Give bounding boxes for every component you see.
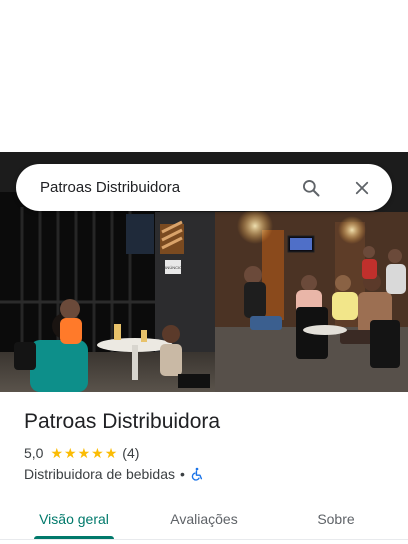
place-title: Patroas Distribuidora	[24, 410, 221, 433]
star-icon: ★	[91, 445, 104, 461]
place-info-panel: Patroas Distribuidora 5,0 ★ ★ ★ ★ ★ (4) …	[0, 392, 408, 544]
tabs-divider	[0, 539, 408, 540]
star-icon: ★	[50, 445, 64, 461]
search-bar[interactable]: Patroas Distribuidora	[16, 164, 392, 211]
category-row: Distribuidora de bebidas •	[24, 466, 204, 482]
rating-stars: ★ ★ ★ ★ ★	[50, 446, 118, 460]
search-icon[interactable]	[299, 176, 323, 200]
tab-reviews[interactable]: Avaliações	[152, 496, 256, 542]
star-icon: ★	[64, 445, 77, 461]
star-icon: ★	[104, 445, 118, 461]
rating-row[interactable]: 5,0 ★ ★ ★ ★ ★ (4)	[24, 445, 139, 461]
rating-value: 5,0	[24, 445, 44, 461]
place-category: Distribuidora de bebidas	[24, 466, 175, 482]
search-query[interactable]: Patroas Distribuidora	[16, 179, 299, 196]
map-blank-area	[0, 0, 408, 152]
star-icon: ★	[77, 445, 91, 461]
separator: •	[179, 466, 185, 482]
tab-bar: Visão geral Avaliações Sobre	[0, 496, 408, 544]
active-tab-indicator	[34, 536, 114, 539]
review-count[interactable]: (4)	[122, 445, 139, 461]
photo-sign: ANÚNCIO	[164, 265, 182, 270]
close-icon[interactable]	[350, 176, 374, 200]
tab-about[interactable]: Sobre	[284, 496, 388, 542]
wheelchair-icon	[190, 467, 204, 481]
